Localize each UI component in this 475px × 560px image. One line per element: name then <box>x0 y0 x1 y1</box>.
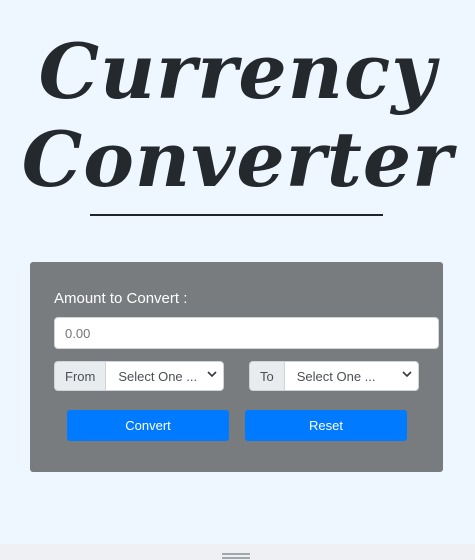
converter-card: Amount to Convert : From Select One ... … <box>30 262 443 472</box>
to-currency-group: To Select One ... <box>249 361 419 391</box>
amount-label: Amount to Convert : <box>54 290 188 307</box>
reset-button[interactable]: Reset <box>245 410 407 441</box>
to-selected-value: Select One ... <box>296 368 376 384</box>
amount-input[interactable] <box>54 317 439 349</box>
chevron-down-icon <box>207 371 217 378</box>
app-title-line2: Converter <box>21 115 454 204</box>
convert-button[interactable]: Convert <box>67 410 229 441</box>
from-currency-group: From Select One ... <box>54 361 224 391</box>
title-divider <box>90 214 383 216</box>
app-title-line1: Currency <box>38 27 437 116</box>
chevron-down-icon <box>402 371 412 378</box>
from-selected-value: Select One ... <box>118 368 198 384</box>
from-label: From <box>54 361 106 391</box>
to-label: To <box>249 361 284 391</box>
to-currency-select[interactable]: Select One ... <box>283 361 419 391</box>
resize-grip-icon[interactable] <box>222 553 250 559</box>
from-currency-select[interactable]: Select One ... <box>105 361 224 391</box>
